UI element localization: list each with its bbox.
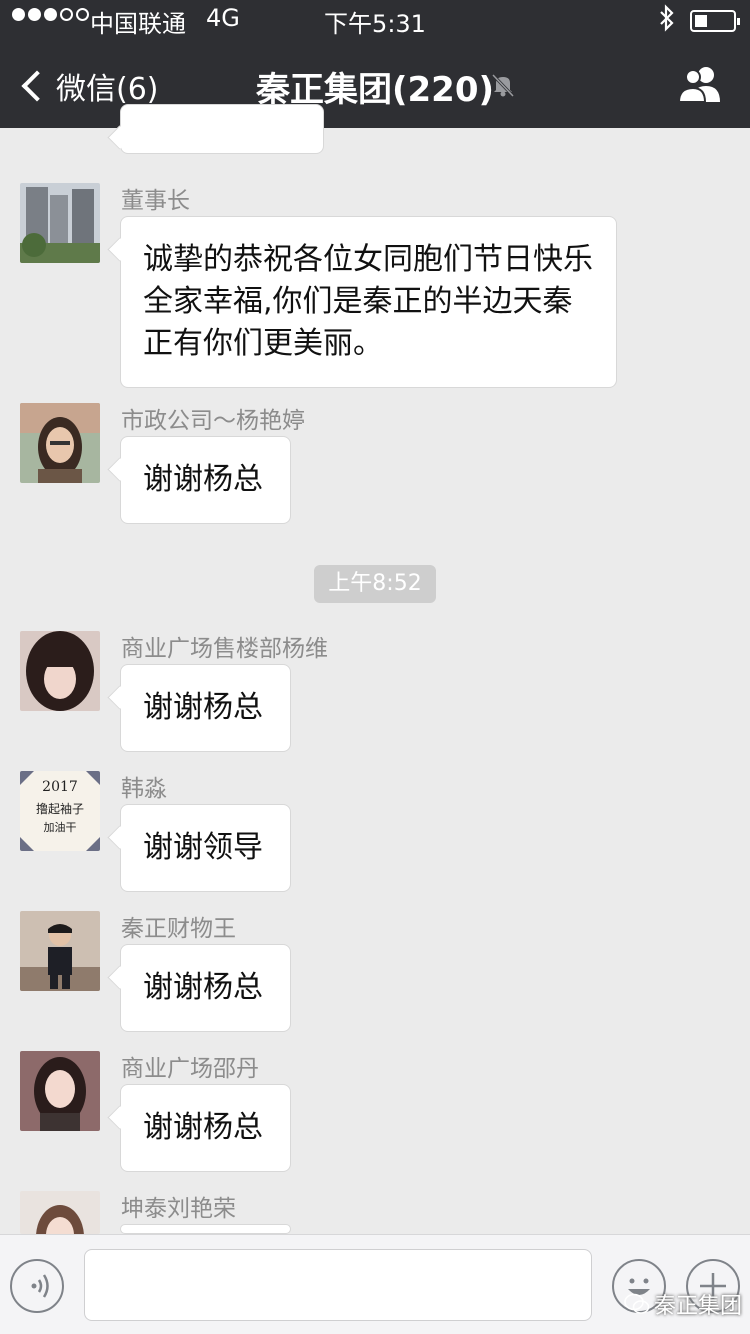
- avatar[interactable]: [20, 403, 100, 483]
- avatar-year: 2017: [42, 779, 78, 795]
- sender-name: 商业广场邵丹: [121, 1056, 259, 1082]
- message-bubble[interactable]: [120, 1224, 291, 1234]
- message-bubble-partial: [120, 104, 324, 154]
- sender-name: 市政公司～杨艳婷: [121, 408, 305, 434]
- message-bubble[interactable]: 谢谢杨总: [120, 436, 291, 524]
- message-bubble[interactable]: 诚挚的恭祝各位女同胞们节日快乐全家幸福,你们是秦正的半边天秦正有你们更美丽。: [120, 216, 617, 388]
- avatar[interactable]: 2017 撸起袖子 加油干: [20, 771, 100, 851]
- chat-title: 秦正集团(220): [255, 70, 495, 110]
- sender-name: 韩淼: [121, 776, 167, 802]
- voice-input-button[interactable]: [10, 1259, 64, 1313]
- message-bubble[interactable]: 谢谢杨总: [120, 944, 291, 1032]
- avatar[interactable]: [20, 1191, 100, 1234]
- avatar[interactable]: [20, 631, 100, 711]
- status-bar: 中国联通 4G 下午5:31: [0, 0, 750, 40]
- mute-bell-icon: [491, 73, 515, 98]
- battery-icon: [690, 10, 740, 32]
- bluetooth-icon: [658, 4, 676, 38]
- sender-name: 秦正财物王: [121, 916, 236, 942]
- top-bar: 中国联通 4G 下午5:31 微信(6) 秦正集团(220): [0, 0, 750, 128]
- voice-icon: [31, 1274, 49, 1298]
- watermark: 秦正集团: [624, 1288, 742, 1320]
- watermark-text: 秦正集团: [654, 1294, 743, 1319]
- avatar[interactable]: [20, 911, 100, 991]
- group-members-icon[interactable]: [676, 64, 726, 104]
- avatar[interactable]: [20, 183, 100, 263]
- avatar-line2: 加油干: [44, 820, 77, 834]
- message-bubble[interactable]: 谢谢杨总: [120, 1084, 291, 1172]
- sender-name: 商业广场售楼部杨维: [121, 636, 328, 662]
- time-separator: 上午8:52: [314, 565, 436, 603]
- nav-bar: 微信(6) 秦正集团(220): [0, 40, 750, 128]
- message-bubble[interactable]: 谢谢杨总: [120, 664, 291, 752]
- sender-name: 董事长: [121, 188, 190, 214]
- wechat-icon: [624, 1293, 650, 1314]
- message-input[interactable]: [84, 1249, 592, 1321]
- status-time: 下午5:31: [324, 10, 426, 38]
- avatar[interactable]: [20, 1051, 100, 1131]
- message-bubble[interactable]: 谢谢领导: [120, 804, 291, 892]
- sender-name: 坤泰刘艳荣: [121, 1196, 236, 1222]
- avatar-line1: 撸起袖子: [36, 801, 84, 816]
